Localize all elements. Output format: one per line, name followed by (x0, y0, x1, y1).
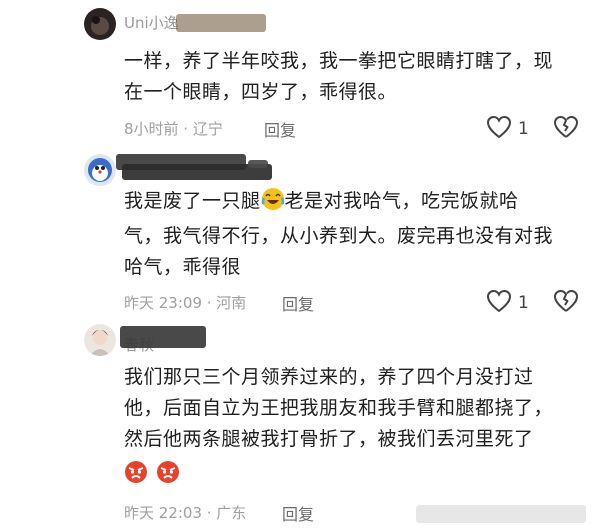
avatar[interactable] (84, 8, 116, 40)
comment-line: 然后他两条腿被我打骨折了，被我们丢河里死了 (124, 428, 534, 450)
broken-heart-icon (553, 115, 579, 143)
comment-item: 春秋 我们那只三个月领养过来的，养了四个月没打过 他，后面自立为王把我朋友和我手… (0, 320, 600, 529)
comment-line: 我们那只三个月领养过来的，养了四个月没打过 (124, 366, 534, 388)
time-location: 8小时前 · 辽宁 (124, 120, 223, 138)
avatar[interactable] (84, 324, 116, 356)
reply-button[interactable]: 回复 (282, 501, 314, 525)
comment-fragment: 老是对我哈气，吃完饭就哈 (284, 190, 519, 212)
username-redaction (176, 14, 266, 32)
angry-face-emoji (124, 460, 148, 488)
comment-line: 我是废了一只腿 老是对我哈气，吃完饭就哈 (124, 186, 553, 221)
avatar[interactable] (84, 154, 116, 186)
username-redaction (248, 160, 268, 168)
angry-face-emoji (156, 460, 180, 488)
broken-heart-icon (553, 289, 579, 317)
reply-button[interactable]: 回复 (264, 117, 296, 141)
reply-button[interactable]: 回复 (282, 291, 314, 315)
like-button[interactable]: 1 (486, 115, 529, 143)
laughing-tears-emoji (261, 187, 285, 221)
comment-text: 一样，养了半年咬我，我一拳把它眼睛打瞎了，现 在一个眼睛，四岁了，乖得很。 (124, 46, 553, 108)
heart-outline-icon (486, 115, 512, 143)
comment-text: 我们那只三个月领养过来的，养了四个月没打过 他，后面自立为王把我朋友和我手臂和腿… (124, 362, 553, 455)
time-location: 昨天 22:03 · 广东 (124, 504, 247, 522)
watermark (416, 505, 586, 523)
comment-fragment: 我是废了一只腿 (124, 190, 261, 212)
comment-line: 他，后面自立为王把我朋友和我手臂和腿都挠了， (124, 397, 554, 419)
emoji-row (124, 460, 180, 488)
comment-item: 我是废了一只腿 老是对我哈气，吃完饭就哈 气，我气得不行，从小养到大。废完再也没… (0, 150, 600, 320)
like-count: 1 (518, 293, 529, 313)
username-redaction (120, 326, 206, 348)
time-location: 昨天 23:09 · 河南 (124, 294, 247, 312)
dislike-button[interactable] (553, 289, 579, 317)
dislike-button[interactable] (553, 115, 579, 143)
heart-outline-icon (486, 289, 512, 317)
comment-line: 哈气，乖得很 (124, 256, 242, 278)
comment-line: 在一个眼睛，四岁了，乖得很。 (124, 81, 398, 103)
comment-item: Uni小逸 一样，养了半年咬我，我一拳把它眼睛打瞎了，现 在一个眼睛，四岁了，乖… (0, 0, 600, 150)
username[interactable]: Uni小逸 (124, 12, 179, 34)
like-button[interactable]: 1 (486, 289, 529, 317)
comment-line: 气，我气得不行，从小养到大。废完再也没有对我 (124, 225, 554, 247)
like-count: 1 (518, 119, 529, 139)
comment-text: 我是废了一只腿 老是对我哈气，吃完饭就哈 气，我气得不行，从小养到大。废完再也没… (124, 186, 553, 283)
comment-line: 一样，养了半年咬我，我一拳把它眼睛打瞎了，现 (124, 50, 554, 72)
